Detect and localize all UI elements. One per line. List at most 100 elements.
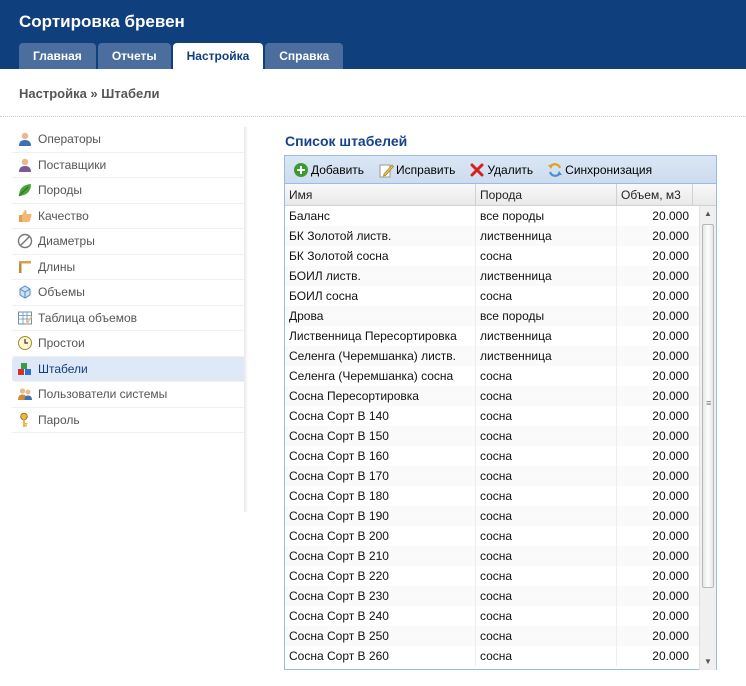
cell-species: сосна [476, 606, 617, 626]
sidebar-item-1[interactable]: Поставщики [12, 153, 246, 178]
sidebar-item-label: Пользователи системы [38, 387, 168, 402]
stacks-icon [18, 362, 31, 375]
table-row[interactable]: Сосна Сорт В 220 сосна 20.000 [285, 566, 699, 586]
table-row[interactable]: Селенга (Черемшанка) листв. лиственница 20… [285, 346, 699, 366]
table-row[interactable]: Сосна Сорт В 180 сосна 20.000 [285, 486, 699, 506]
table-row[interactable]: Сосна Сорт В 190 сосна 20.000 [285, 506, 699, 526]
delete-button-label: Удалить [487, 162, 534, 177]
breadcrumb: Настройка » Штабели [19, 86, 160, 101]
table-row[interactable]: Сосна Пересортировка сосна 20.000 [285, 386, 699, 406]
cell-volume: 20.000 [652, 209, 689, 223]
sidebar-item-10[interactable]: Пользователи системы [12, 382, 246, 408]
edit-button[interactable]: Исправить [378, 162, 455, 178]
app-header: Сортировка бревен Главная Отчеты Настройка… [0, 0, 746, 69]
table-row[interactable]: Сосна Сорт В 160 сосна 20.000 [285, 446, 699, 466]
column-header-name[interactable]: Имя [285, 184, 476, 206]
column-header-species[interactable]: Порода [476, 184, 617, 206]
cell-volume: 20.000 [652, 469, 689, 483]
sidebar-item-label: Пароль [38, 412, 80, 427]
cell-name: Сосна Сорт В 240 [285, 606, 476, 626]
sidebar-item-7[interactable]: Таблица объемов [12, 306, 246, 331]
sync-icon [548, 162, 563, 177]
grid-toolbar: Добавить Исправить Удалить Синхронизация [285, 156, 716, 184]
tab-2[interactable]: Настройка [172, 43, 264, 69]
thumbs-up-icon [19, 209, 32, 222]
cell-name: БК Золотой сосна [285, 246, 476, 266]
cell-volume: 20.000 [652, 329, 689, 343]
cell-volume: 20.000 [652, 429, 689, 443]
stacks-grid: Добавить Исправить Удалить Синхронизация… [284, 155, 717, 670]
vertical-scrollbar[interactable]: ▲ ≡ ▼ [699, 206, 716, 670]
sidebar-item-4[interactable]: Диаметры [12, 229, 246, 255]
cell-name: Сосна Сорт В 150 [285, 426, 476, 446]
table-row[interactable]: БОИЛ листв. лиственница 20.000 [285, 266, 699, 286]
sidebar-item-0[interactable]: Операторы [12, 127, 246, 153]
scrollbar-thumb[interactable]: ≡ [702, 224, 714, 588]
sidebar-item-11[interactable]: Пароль [12, 408, 246, 433]
cell-species: сосна [476, 426, 617, 446]
cell-name: Сосна Сорт В 220 [285, 566, 476, 586]
cell-species: сосна [476, 506, 617, 526]
column-header-spacer [693, 184, 716, 206]
cell-species: лиственница [476, 346, 617, 366]
cell-name: Сосна Сорт В 200 [285, 526, 476, 546]
clock-icon [18, 336, 32, 351]
table-row[interactable]: Сосна Сорт В 140 сосна 20.000 [285, 406, 699, 426]
supplier-icon [19, 158, 31, 172]
length-icon [19, 260, 31, 273]
sync-button[interactable]: Синхронизация [547, 162, 652, 178]
cell-species: сосна [476, 406, 617, 426]
cell-species: все породы [476, 206, 617, 226]
cell-species: все породы [476, 306, 617, 326]
table-row[interactable]: Сосна Сорт В 250 сосна 20.000 [285, 626, 699, 646]
scroll-up-arrow-icon[interactable]: ▲ [700, 206, 716, 222]
sidebar-item-label: Простои [38, 336, 85, 351]
cell-volume: 20.000 [652, 629, 689, 643]
cell-volume: 20.000 [652, 249, 689, 263]
sidebar-item-label: Операторы [38, 132, 101, 147]
cell-species: сосна [476, 386, 617, 406]
cell-name: Селенга (Черемшанка) сосна [285, 366, 476, 386]
sidebar-item-3[interactable]: Качество [12, 204, 246, 229]
cell-species: лиственница [476, 226, 617, 246]
sidebar-item-2[interactable]: Породы [12, 178, 246, 204]
cell-name: Сосна Сорт В 190 [285, 506, 476, 526]
sidebar-item-8[interactable]: Простои [12, 331, 246, 357]
add-button[interactable]: Добавить [293, 162, 364, 178]
delete-button[interactable]: Удалить [469, 162, 533, 178]
tab-1[interactable]: Отчеты [97, 43, 171, 69]
table-row[interactable]: Сосна Сорт В 230 сосна 20.000 [285, 586, 699, 606]
scroll-down-arrow-icon[interactable]: ▼ [700, 654, 716, 670]
main-tabs: Главная Отчеты Настройка Справка [19, 43, 345, 69]
cube-icon [19, 285, 31, 299]
table-row[interactable]: Лиственница Пересортировка лиственница 20.… [285, 326, 699, 346]
grid-header: Имя Порода Объем, м3 [285, 184, 716, 206]
table-row[interactable]: Дрова все породы 20.000 [285, 306, 699, 326]
table-icon [18, 311, 32, 325]
cell-species: сосна [476, 286, 617, 306]
sidebar-item-6[interactable]: Объемы [12, 280, 246, 306]
grip-icon: ≡ [706, 398, 712, 408]
table-row[interactable]: Сосна Сорт В 240 сосна 20.000 [285, 606, 699, 626]
pencil-icon [379, 163, 395, 177]
cell-volume: 20.000 [652, 389, 689, 403]
table-row[interactable]: Селенга (Черемшанка) сосна сосна 20.000 [285, 366, 699, 386]
table-row[interactable]: БОИЛ сосна сосна 20.000 [285, 286, 699, 306]
table-row[interactable]: БК Золотой листв. лиственница 20.000 [285, 226, 699, 246]
sidebar-item-9[interactable]: Штабели [12, 356, 246, 382]
tab-3[interactable]: Справка [265, 43, 344, 69]
table-row[interactable]: Баланс все породы 20.000 [285, 206, 699, 226]
table-row[interactable]: Сосна Сорт В 150 сосна 20.000 [285, 426, 699, 446]
table-row[interactable]: Сосна Сорт В 200 сосна 20.000 [285, 526, 699, 546]
table-row[interactable]: Сосна Сорт В 260 сосна 20.000 [285, 646, 699, 666]
table-row[interactable]: Сосна Сорт В 210 сосна 20.000 [285, 546, 699, 566]
cell-volume: 20.000 [652, 569, 689, 583]
cell-volume: 20.000 [652, 309, 689, 323]
sidebar-item-label: Объемы [38, 285, 85, 300]
tab-0[interactable]: Главная [19, 43, 96, 69]
column-header-volume[interactable]: Объем, м3 [617, 184, 693, 206]
sidebar-item-5[interactable]: Длины [12, 255, 246, 280]
table-row[interactable]: БК Золотой сосна сосна 20.000 [285, 246, 699, 266]
cell-species: сосна [476, 446, 617, 466]
table-row[interactable]: Сосна Сорт В 170 сосна 20.000 [285, 466, 699, 486]
